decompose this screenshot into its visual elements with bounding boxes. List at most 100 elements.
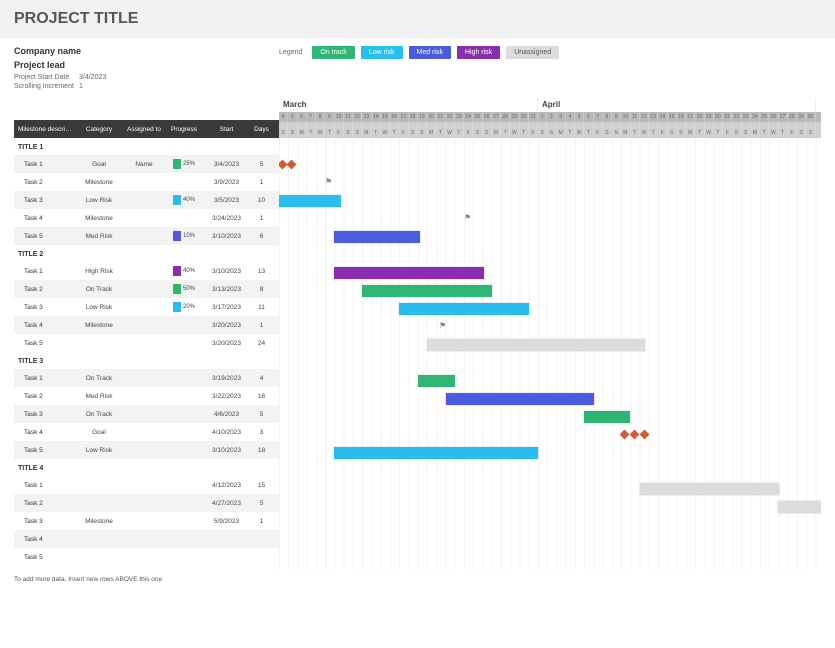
- cell-desc: Task 2: [14, 393, 74, 400]
- col-assign: Assigned to: [124, 126, 164, 133]
- table-row[interactable]: Task 4Goal4/10/20233: [14, 423, 279, 441]
- day-of-week: M: [751, 128, 760, 138]
- legend-lowrisk[interactable]: Low risk: [361, 46, 403, 59]
- table-row[interactable]: Task 2Milestone3/9/20231: [14, 173, 279, 191]
- legend-medrisk[interactable]: Med risk: [409, 46, 451, 59]
- cell-category: On Track: [74, 375, 124, 382]
- day-of-week: M: [557, 128, 566, 138]
- day-number: 18: [409, 112, 418, 122]
- gantt-bar[interactable]: [399, 303, 529, 315]
- cell-category: Milestone: [74, 215, 124, 222]
- day-of-week: S: [797, 128, 806, 138]
- legend: Legend On track Low risk Med risk High r…: [279, 46, 559, 92]
- day-number: 5: [575, 112, 584, 122]
- table-row[interactable]: Task 1High Risk40%3/10/202313: [14, 262, 279, 280]
- day-of-week: T: [649, 128, 658, 138]
- day-number: 14: [372, 112, 381, 122]
- legend-ontrack[interactable]: On track: [312, 46, 354, 59]
- day-number: 20: [427, 112, 436, 122]
- day-of-week: T: [631, 128, 640, 138]
- gantt-bar[interactable]: [334, 231, 420, 243]
- cell-category: Goal: [74, 429, 124, 436]
- day-number: 22: [732, 112, 741, 122]
- table-row[interactable]: Task 3Milestone5/9/20231: [14, 512, 279, 530]
- cell-progress: 40%: [164, 195, 204, 205]
- day-number: 21: [436, 112, 445, 122]
- day-of-week: T: [714, 128, 723, 138]
- gantt-bar[interactable]: [279, 195, 341, 207]
- day-of-week: T: [390, 128, 399, 138]
- day-of-week: S: [677, 128, 686, 138]
- day-of-week: M: [492, 128, 501, 138]
- day-of-week: S: [344, 128, 353, 138]
- gantt-bar[interactable]: [418, 375, 455, 387]
- table-row[interactable]: Task 2Med Risk3/22/202316: [14, 387, 279, 405]
- day-of-week: T: [520, 128, 529, 138]
- table-row[interactable]: Task 1On Track3/19/20234: [14, 369, 279, 387]
- cell-category: High Risk: [74, 268, 124, 275]
- day-number: 8: [316, 112, 325, 122]
- cell-days: 8: [249, 286, 274, 293]
- gantt-row: ⚑: [279, 318, 821, 336]
- col-desc: Milestone description: [14, 126, 74, 133]
- milestone-flag-icon: ⚑: [464, 213, 470, 219]
- gantt-chart[interactable]: MarchApril456789101112131415161718192021…: [279, 98, 821, 584]
- gantt-bar[interactable]: [334, 447, 538, 459]
- day-of-week: T: [325, 128, 334, 138]
- table-row[interactable]: Task 14/12/202315: [14, 476, 279, 494]
- table-row[interactable]: Task 1GoalName25%3/4/20235: [14, 155, 279, 173]
- gantt-bar[interactable]: [778, 501, 821, 513]
- col-start: Start: [204, 126, 249, 133]
- cell-category: Low Risk: [74, 304, 124, 311]
- cell-days: 5: [249, 411, 274, 418]
- gantt-bar[interactable]: [640, 483, 779, 495]
- day-number: 15: [668, 112, 677, 122]
- gantt-row: [279, 354, 821, 372]
- table-row[interactable]: Task 3On Track4/6/20235: [14, 405, 279, 423]
- day-of-week: T: [566, 128, 575, 138]
- day-number: 5: [288, 112, 297, 122]
- day-number: 13: [649, 112, 658, 122]
- legend-highrisk[interactable]: High risk: [457, 46, 500, 59]
- cell-category: On Track: [74, 286, 124, 293]
- table-row[interactable]: Task 3Low Risk20%3/17/202311: [14, 298, 279, 316]
- day-of-week: M: [298, 128, 307, 138]
- day-number: 31: [529, 112, 538, 122]
- table-row[interactable]: Task 5Med Risk10%3/10/20236: [14, 227, 279, 245]
- cell-start: 3/10/2023: [204, 447, 249, 454]
- day-number: 24: [464, 112, 473, 122]
- day-of-week: T: [695, 128, 704, 138]
- cell-days: 1: [249, 322, 274, 329]
- month-label: April: [538, 98, 816, 112]
- gantt-row: [279, 156, 821, 174]
- table-row[interactable]: Task 5Low Risk3/10/202318: [14, 441, 279, 459]
- cell-desc: Task 3: [14, 197, 74, 204]
- day-number: 12: [353, 112, 362, 122]
- table-row[interactable]: Task 4: [14, 530, 279, 548]
- table-row[interactable]: Task 53/20/202324: [14, 334, 279, 352]
- gantt-bar[interactable]: [334, 267, 484, 279]
- table-row[interactable]: Task 5: [14, 548, 279, 566]
- table-row[interactable]: Task 3Low Risk40%3/5/202310: [14, 191, 279, 209]
- cell-category: On Track: [74, 411, 124, 418]
- col-days: Days: [249, 126, 274, 133]
- table-row[interactable]: Task 2On Track50%3/13/20238: [14, 280, 279, 298]
- gantt-bar[interactable]: [362, 285, 492, 297]
- gantt-bar[interactable]: [446, 393, 594, 405]
- day-of-week: T: [584, 128, 593, 138]
- day-number: 2: [547, 112, 556, 122]
- legend-unassigned[interactable]: Unassigned: [506, 46, 559, 59]
- table-row[interactable]: Task 4Milestone3/20/20231: [14, 316, 279, 334]
- cell-desc: Task 3: [14, 411, 74, 418]
- day-of-week: W: [316, 128, 325, 138]
- gantt-bar[interactable]: [427, 339, 645, 351]
- cell-desc: Task 1: [14, 161, 74, 168]
- day-of-week: M: [427, 128, 436, 138]
- gantt-row: [279, 462, 821, 480]
- table-row[interactable]: Task 24/27/20235: [14, 494, 279, 512]
- day-number: 26: [483, 112, 492, 122]
- day-number: 9: [612, 112, 621, 122]
- table-row[interactable]: Task 4Milestone3/24/20231: [14, 209, 279, 227]
- gantt-bar[interactable]: [584, 411, 630, 423]
- gantt-row: [279, 390, 821, 408]
